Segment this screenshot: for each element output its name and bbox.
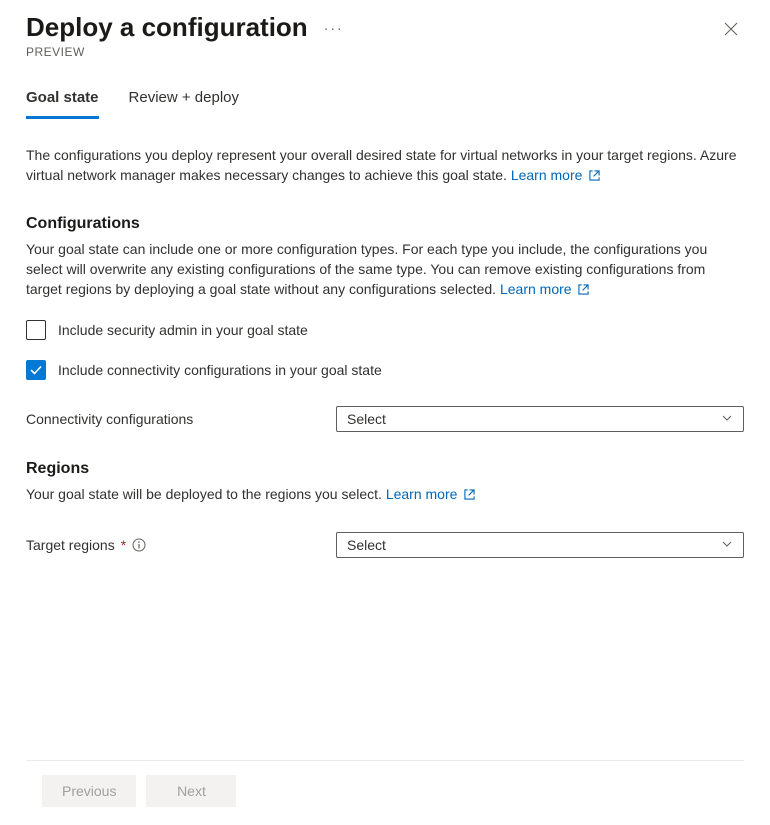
external-link-icon [464, 485, 475, 505]
info-icon[interactable] [132, 538, 146, 552]
intro-learn-more-link[interactable]: Learn more [511, 167, 600, 183]
connectivity-configurations-label: Connectivity configurations [26, 411, 193, 427]
next-button[interactable]: Next [146, 775, 236, 807]
regions-desc-text: Your goal state will be deployed to the … [26, 486, 382, 502]
include-security-admin-checkbox[interactable] [26, 320, 46, 340]
regions-heading: Regions [26, 460, 744, 478]
include-connectivity-checkbox[interactable] [26, 360, 46, 380]
regions-description: Your goal state will be deployed to the … [26, 484, 744, 505]
external-link-icon [578, 280, 589, 300]
chevron-down-icon [721, 537, 733, 553]
required-indicator: * [121, 537, 126, 553]
configurations-learn-more-text: Learn more [500, 281, 572, 297]
include-security-admin-label: Include security admin in your goal stat… [58, 322, 308, 338]
configurations-desc-text: Your goal state can include one or more … [26, 241, 707, 298]
connectivity-configurations-value: Select [347, 411, 386, 427]
intro-learn-more-text: Learn more [511, 167, 583, 183]
page-subtitle: PREVIEW [26, 45, 348, 59]
chevron-down-icon [721, 411, 733, 427]
connectivity-configurations-select[interactable]: Select [336, 406, 744, 432]
tab-goal-state[interactable]: Goal state [26, 89, 99, 119]
configurations-learn-more-link[interactable]: Learn more [500, 281, 589, 297]
close-icon [724, 22, 738, 36]
page-title: Deploy a configuration [26, 12, 308, 43]
intro-text: The configurations you deploy represent … [26, 147, 736, 183]
regions-learn-more-link[interactable]: Learn more [386, 486, 475, 502]
close-button[interactable] [718, 18, 744, 44]
external-link-icon [589, 166, 600, 186]
configurations-description: Your goal state can include one or more … [26, 239, 744, 301]
configurations-heading: Configurations [26, 215, 744, 233]
tab-review-deploy[interactable]: Review + deploy [129, 89, 239, 119]
more-options-button[interactable]: ··· [320, 21, 348, 35]
tab-bar: Goal state Review + deploy [26, 89, 744, 119]
target-regions-select[interactable]: Select [336, 532, 744, 558]
target-regions-value: Select [347, 537, 386, 553]
intro-paragraph: The configurations you deploy represent … [26, 145, 744, 187]
regions-learn-more-text: Learn more [386, 486, 458, 502]
check-icon [29, 363, 43, 377]
previous-button[interactable]: Previous [42, 775, 136, 807]
include-connectivity-label: Include connectivity configurations in y… [58, 362, 382, 378]
footer-bar: Previous Next [26, 760, 744, 825]
target-regions-label: Target regions [26, 537, 115, 553]
